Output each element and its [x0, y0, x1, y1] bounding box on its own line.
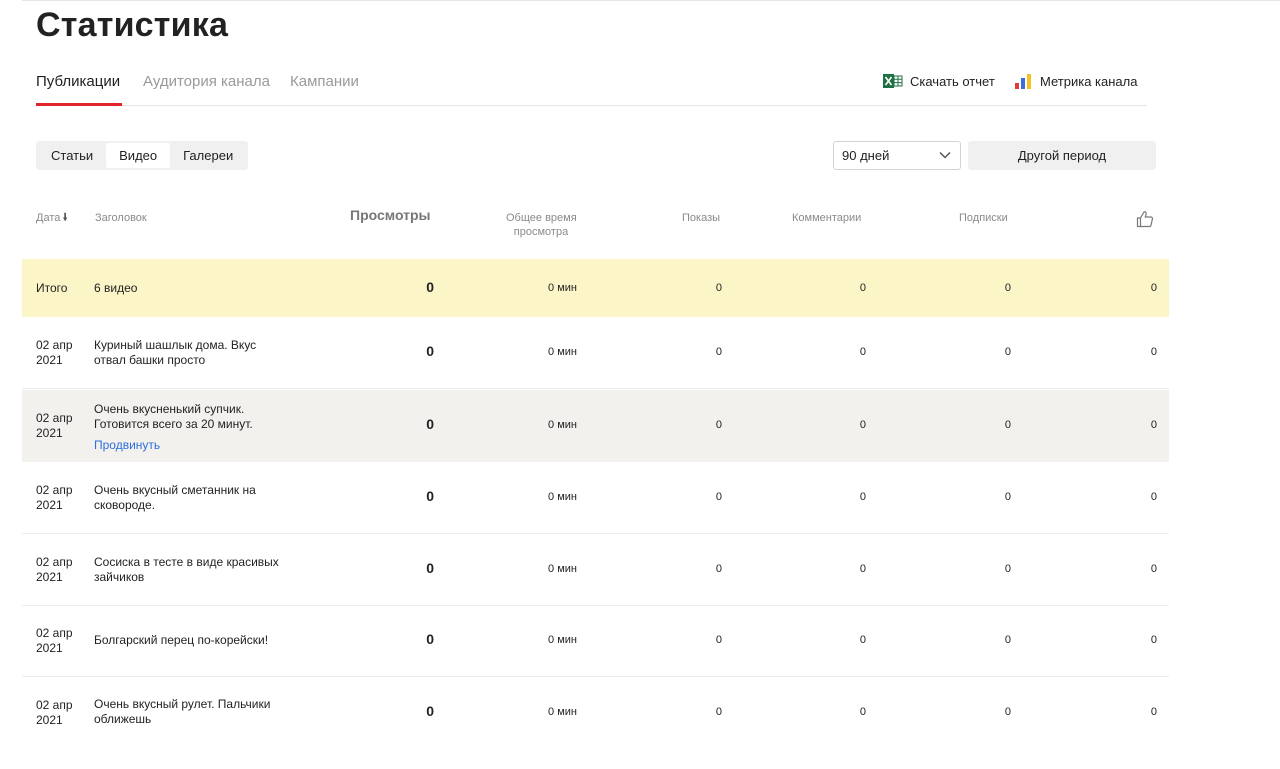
row-date: 02 апр 2021: [36, 411, 73, 440]
metrika-icon: [1015, 74, 1031, 89]
table-row[interactable]: 02 апр 2021 Куриный шашлык дома. Вкус отва…: [22, 317, 1169, 389]
column-impressions[interactable]: Показы: [682, 211, 720, 225]
column-title: Заголовок: [95, 212, 147, 224]
row-likes: 0: [1150, 634, 1157, 646]
row-views: 0: [426, 343, 434, 359]
row-subscriptions: 0: [1004, 634, 1011, 646]
top-divider: [22, 0, 1280, 1]
row-views: 0: [426, 631, 434, 647]
content-type-videos[interactable]: Видео: [106, 143, 171, 168]
row-views: 0: [426, 560, 434, 576]
row-comments: 0: [859, 491, 866, 503]
row-subscriptions: 0: [1004, 706, 1011, 718]
row-time: 0 мин: [548, 419, 577, 431]
total-label: Итого: [36, 281, 68, 295]
row-title[interactable]: Очень вкусненький супчик. Готовится всего…: [94, 402, 284, 453]
content-type-articles[interactable]: Статьи: [38, 143, 106, 168]
row-title[interactable]: Сосиска в тесте в виде красивых зайчиков: [94, 555, 284, 585]
total-title: 6 видео: [94, 281, 138, 295]
section-tabs: Публикации Аудитория канала Кампании Ска…: [36, 70, 1147, 106]
row-likes: 0: [1150, 706, 1157, 718]
row-date: 02 апр 2021: [36, 338, 73, 367]
row-subscriptions: 0: [1004, 491, 1011, 503]
table-row[interactable]: 02 апр 2021 Очень вкусненький супчик. Гото…: [22, 390, 1169, 462]
total-impressions: 0: [715, 282, 722, 294]
row-time: 0 мин: [548, 346, 577, 358]
table-row[interactable]: 02 апр 2021 Очень вкусный рулет. Пальчики…: [22, 677, 1169, 749]
row-subscriptions: 0: [1004, 419, 1011, 431]
thumbs-up-icon[interactable]: [1136, 210, 1154, 228]
row-time: 0 мин: [548, 706, 577, 718]
total-time: 0 мин: [548, 282, 577, 294]
promote-link[interactable]: Продвинуть: [94, 438, 284, 453]
row-comments: 0: [859, 634, 866, 646]
total-subscriptions: 0: [1004, 282, 1011, 294]
row-likes: 0: [1150, 419, 1157, 431]
row-comments: 0: [859, 563, 866, 575]
column-date-label: Дата: [36, 212, 61, 224]
content-type-galleries[interactable]: Галереи: [170, 143, 246, 168]
column-total-time-line2: просмотра: [513, 226, 569, 238]
column-total-time-line1: Общее время: [506, 212, 577, 224]
row-title[interactable]: Болгарский перец по-корейски!: [94, 633, 284, 648]
row-views: 0: [426, 703, 434, 719]
row-comments: 0: [859, 706, 866, 718]
tab-campaigns[interactable]: Кампании: [290, 73, 359, 90]
row-subscriptions: 0: [1004, 563, 1011, 575]
row-likes: 0: [1150, 563, 1157, 575]
column-subscriptions[interactable]: Подписки: [959, 211, 1008, 225]
row-likes: 0: [1150, 491, 1157, 503]
row-title[interactable]: Куриный шашлык дома. Вкус отвал башки про…: [94, 338, 284, 368]
active-tab-indicator: [36, 103, 122, 106]
download-report-button[interactable]: Скачать отчет: [883, 73, 995, 89]
row-comments: 0: [859, 419, 866, 431]
row-impressions: 0: [715, 706, 722, 718]
column-date[interactable]: Дата 🠛: [36, 211, 68, 225]
row-impressions: 0: [715, 563, 722, 575]
tab-publications[interactable]: Публикации: [36, 73, 120, 90]
row-views: 0: [426, 488, 434, 504]
table-row[interactable]: 02 апр 2021 Болгарский перец по-корейски!…: [22, 606, 1169, 677]
other-period-button[interactable]: Другой период: [968, 141, 1156, 170]
row-date: 02 апр 2021: [36, 698, 73, 727]
excel-icon: [883, 74, 903, 88]
row-impressions: 0: [715, 491, 722, 503]
row-time: 0 мин: [548, 491, 577, 503]
row-date: 02 апр 2021: [36, 483, 73, 512]
row-impressions: 0: [715, 419, 722, 431]
download-report-label: Скачать отчет: [910, 73, 995, 89]
column-comments[interactable]: Комментарии: [792, 211, 861, 225]
page-title: Статистика: [36, 6, 229, 44]
row-time: 0 мин: [548, 634, 577, 646]
channel-metrika-button[interactable]: Метрика канала: [1015, 73, 1137, 89]
row-date: 02 апр 2021: [36, 626, 73, 655]
row-comments: 0: [859, 346, 866, 358]
column-total-time[interactable]: Общее время просмотра: [506, 211, 577, 239]
row-title[interactable]: Очень вкусный сметанник на сковороде.: [94, 483, 284, 513]
tab-channel-audience[interactable]: Аудитория канала: [143, 73, 270, 90]
period-select-value: 90 дней: [842, 148, 890, 163]
row-date: 02 апр 2021: [36, 555, 73, 584]
table-row[interactable]: 02 апр 2021 Сосиска в тесте в виде красив…: [22, 534, 1169, 606]
table-total-row: Итого 6 видео 0 0 мин 0 0 0 0: [22, 259, 1169, 317]
row-impressions: 0: [715, 634, 722, 646]
chevron-down-icon: [939, 151, 951, 159]
total-likes: 0: [1150, 282, 1157, 294]
column-views[interactable]: Просмотры: [350, 208, 431, 222]
channel-metrika-label: Метрика канала: [1040, 73, 1138, 89]
row-time: 0 мин: [548, 563, 577, 575]
arrow-down-icon: 🠛: [62, 212, 68, 224]
total-views: 0: [426, 279, 434, 295]
table-row[interactable]: 02 апр 2021 Очень вкусный сметанник на ско…: [22, 462, 1169, 534]
row-title[interactable]: Очень вкусный рулет. Пальчики оближешь: [94, 697, 284, 727]
total-comments: 0: [859, 282, 866, 294]
row-views: 0: [426, 416, 434, 432]
row-likes: 0: [1150, 346, 1157, 358]
row-subscriptions: 0: [1004, 346, 1011, 358]
content-type-switch: Статьи Видео Галереи: [36, 141, 249, 170]
period-select[interactable]: 90 дней: [833, 141, 961, 170]
row-impressions: 0: [715, 346, 722, 358]
